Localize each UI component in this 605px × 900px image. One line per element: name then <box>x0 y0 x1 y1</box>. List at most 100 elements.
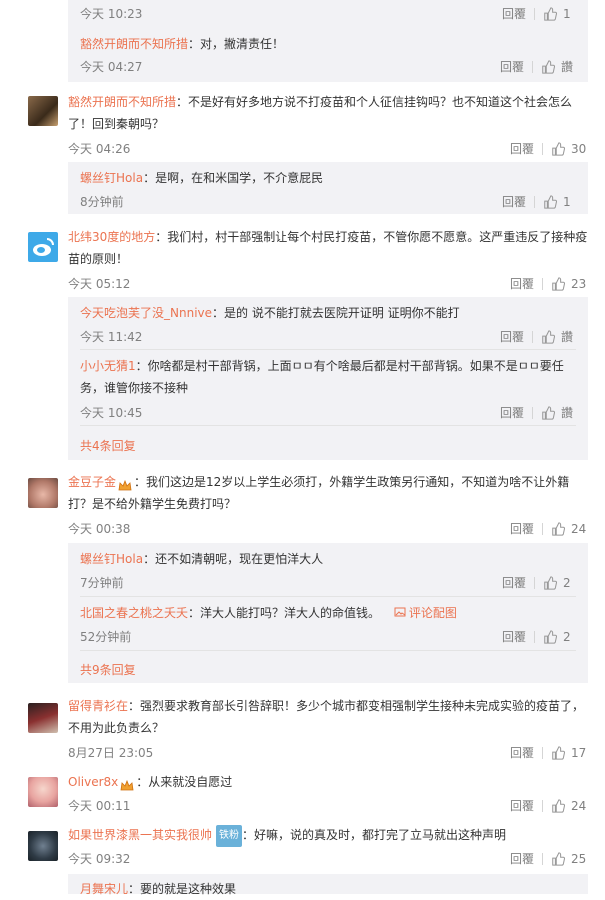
comment-actions: 回覆 24 <box>510 797 586 814</box>
comment-actions: 回覆 17 <box>510 744 586 761</box>
reply-author-link[interactable]: 今天吃泡芙了没_Nnnive <box>80 306 212 320</box>
reply-divider <box>80 425 576 426</box>
reply-button[interactable]: 回覆 <box>510 797 534 814</box>
reply-author-link[interactable]: 螺丝钉Hola <box>80 552 143 566</box>
reply-time: 今天 11:42 <box>80 330 143 344</box>
reply-button[interactable]: 回覆 <box>502 193 526 210</box>
comment-content: Oliver8x ：从来就没自愿过 <box>68 771 588 793</box>
like-icon[interactable] <box>541 329 556 344</box>
like-icon[interactable] <box>543 629 558 644</box>
reply-time: 8分钟前 <box>80 195 124 209</box>
user-avatar[interactable] <box>28 831 58 861</box>
comment-author-link[interactable]: 留得青衫在 <box>68 699 128 713</box>
reply-button[interactable]: 回覆 <box>510 520 534 537</box>
like-label: 讚 <box>561 330 574 344</box>
weibo-default-avatar[interactable] <box>28 232 58 262</box>
like-icon[interactable] <box>541 59 556 74</box>
reply-divider <box>80 349 576 350</box>
like-icon[interactable] <box>543 575 558 590</box>
comment-author-link[interactable]: 北纬30度的地方 <box>68 230 155 244</box>
reply-button[interactable]: 回覆 <box>502 5 526 22</box>
weibo-logo-icon <box>33 238 54 256</box>
like-count: 17 <box>571 745 587 760</box>
user-avatar[interactable] <box>28 96 58 126</box>
comment-time: 8月27日 23:05 <box>68 746 154 760</box>
comment-actions: 回覆 24 <box>510 520 586 537</box>
like-icon[interactable] <box>541 405 556 420</box>
image-icon <box>394 607 406 617</box>
reply-button[interactable]: 回覆 <box>502 574 526 591</box>
reply-author-link[interactable]: 北国之春之桃之夭夭 <box>80 606 188 620</box>
reply-content: 小小无猜1：你啥都是村干部背锅，上面ㅁㅁ有个啥最后都是村干部背锅。如果不是ㅁㅁ要… <box>80 355 572 399</box>
like-count: 24 <box>571 521 587 536</box>
like-icon[interactable] <box>551 851 566 866</box>
like-icon[interactable] <box>543 194 558 209</box>
reply-time: 今天 10:23 <box>80 7 143 21</box>
reply-actions: 回覆 2 <box>502 574 571 591</box>
comment-text: ：好嘛，说的真及时，都打完了立马就出这种声明 <box>242 828 507 842</box>
comment-author-link[interactable]: 豁然开朗而不知所措 <box>68 95 176 109</box>
comment-text: ：我们这边是12岁以上学生必须打，外籍学生政策另行通知，不知道为啥不让外籍打？是… <box>68 475 570 511</box>
more-replies-link[interactable]: 共4条回复 <box>80 437 136 454</box>
reply-text: ：还不如清朝呢，现在更怕洋大人 <box>143 552 324 566</box>
vip-crown-icon <box>118 477 132 490</box>
comment-text: ：从来就没自愿过 <box>136 775 233 789</box>
reply-time: 7分钟前 <box>80 576 124 590</box>
comment-content: 留得青衫在：强烈要求教育部长引咎辞职！多少个城市都变相强制学生接种未完成实验的疫… <box>68 695 588 739</box>
comment-time: 今天 00:38 <box>68 522 131 536</box>
reply-button[interactable]: 回覆 <box>500 404 524 421</box>
like-icon[interactable] <box>543 6 558 21</box>
reply-button[interactable]: 回覆 <box>510 744 534 761</box>
comment-author-link[interactable]: Oliver8x <box>68 775 118 789</box>
reply-content: 北国之春之桃之夭夭：洋大人能打吗？洋大人的命值钱。 评论配图 <box>80 602 580 624</box>
reply-actions: 回覆 讚 <box>500 328 573 345</box>
comment-time: 今天 00:11 <box>68 799 131 813</box>
comment-author-link[interactable]: 如果世界漆黑一其实我很帅 <box>68 828 212 842</box>
like-count: 24 <box>571 798 587 813</box>
user-avatar[interactable] <box>28 703 58 733</box>
comment-image-link[interactable]: 评论配图 <box>394 606 457 620</box>
reply-button[interactable]: 回覆 <box>502 628 526 645</box>
reply-actions: 回覆 讚 <box>500 404 573 421</box>
comment-time: 今天 04:26 <box>68 142 131 156</box>
like-count: 23 <box>571 276 587 291</box>
fan-badge: 铁粉 <box>216 824 243 847</box>
comment-content: 金豆子金 ：我们这边是12岁以上学生必须打，外籍学生政策另行通知，不知道为啥不让外… <box>68 471 588 515</box>
comment-image-label: 评论配图 <box>408 606 457 620</box>
like-count: 1 <box>563 194 571 209</box>
reply-text: ：你啥都是村干部背锅，上面ㅁㅁ有个啥最后都是村干部背锅。如果不是ㅁㅁ要任务，谁管… <box>80 359 564 395</box>
user-avatar[interactable] <box>28 478 58 508</box>
like-label: 讚 <box>561 406 574 420</box>
like-icon[interactable] <box>551 521 566 536</box>
like-icon[interactable] <box>551 141 566 156</box>
comment-time: 今天 09:32 <box>68 852 131 866</box>
reply-author-link[interactable]: 豁然开朗而不知所措 <box>80 37 188 51</box>
reply-actions: 回覆 讚 <box>500 58 573 75</box>
comment-content: 北纬30度的地方：我们村，村干部强制让每个村民打疫苗，不管你愿不愿意。这严重违反… <box>68 226 588 270</box>
like-count: 30 <box>571 141 587 156</box>
comment-actions: 回覆 30 <box>510 140 586 157</box>
like-icon[interactable] <box>551 276 566 291</box>
reply-divider <box>80 650 576 651</box>
like-count: 1 <box>563 6 571 21</box>
user-avatar[interactable] <box>28 777 58 807</box>
reply-text: ：是啊，在和米国学，不介意屁民 <box>143 171 324 185</box>
comment-author-link[interactable]: 金豆子金 <box>68 475 116 489</box>
reply-time: 52分钟前 <box>80 630 132 644</box>
comment-text: ：强烈要求教育部长引咎辞职！多少个城市都变相强制学生接种未完成实验的疫苗了，不用… <box>68 699 585 735</box>
like-count: 2 <box>563 629 571 644</box>
reply-content: 豁然开朗而不知所措：对，撇清责任！ <box>80 33 580 55</box>
reply-author-link[interactable]: 螺丝钉Hola <box>80 171 143 185</box>
reply-content: 月舞宋儿：要的就是这种效果 <box>80 878 580 900</box>
reply-button[interactable]: 回覆 <box>510 850 534 867</box>
reply-author-link[interactable]: 小小无猜1 <box>80 359 136 373</box>
reply-content: 螺丝钉Hola：还不如清朝呢，现在更怕洋大人 <box>80 548 580 570</box>
like-icon[interactable] <box>551 798 566 813</box>
comment-time: 今天 05:12 <box>68 277 131 291</box>
like-icon[interactable] <box>551 745 566 760</box>
more-replies-link[interactable]: 共9条回复 <box>80 661 136 678</box>
reply-button[interactable]: 回覆 <box>510 140 534 157</box>
reply-button[interactable]: 回覆 <box>510 275 534 292</box>
reply-button[interactable]: 回覆 <box>500 58 524 75</box>
reply-button[interactable]: 回覆 <box>500 328 524 345</box>
